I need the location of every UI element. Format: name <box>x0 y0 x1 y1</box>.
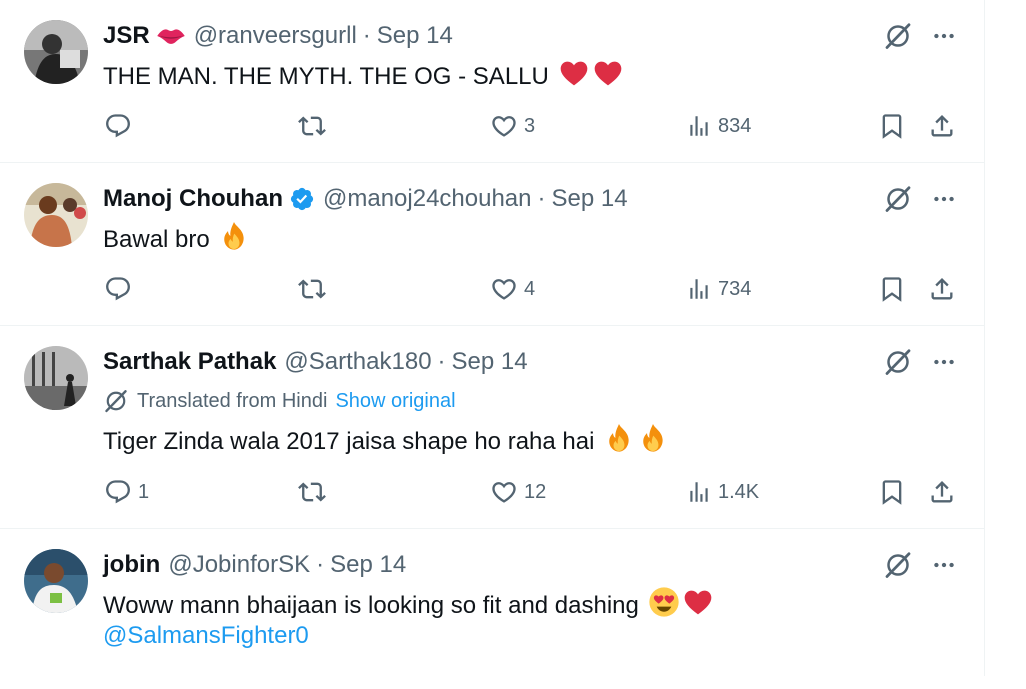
like-button[interactable]: 4 <box>490 273 535 305</box>
avatar[interactable] <box>24 20 88 84</box>
more-options-icon[interactable] <box>928 20 960 52</box>
red-heart-emoji <box>592 57 624 98</box>
views-button[interactable]: 1.4K <box>686 476 759 508</box>
tweet-sarthak-pathak[interactable]: Sarthak Pathak @Sarthak180 · Sep 14 Tran… <box>0 326 984 529</box>
timestamp[interactable]: Sep 14 <box>377 22 453 50</box>
more-options-icon[interactable] <box>928 183 960 215</box>
timestamp[interactable]: Sep 14 <box>452 348 528 376</box>
share-button[interactable] <box>928 110 956 142</box>
translation-notice: Translated from Hindi Show original <box>103 388 456 414</box>
timestamp[interactable]: Sep 14 <box>552 185 628 213</box>
user-handle[interactable]: @ranveersgurll <box>194 22 357 50</box>
translated-label: Translated from Hindi <box>137 389 328 412</box>
bookmark-button[interactable] <box>878 476 906 508</box>
fire-emoji <box>218 220 250 261</box>
bookmark-button[interactable] <box>878 110 906 142</box>
separator-dot: · <box>362 22 371 49</box>
reply-button[interactable] <box>104 273 138 305</box>
grok-icon <box>103 388 129 414</box>
reply-button[interactable]: 1 <box>104 476 149 508</box>
like-button[interactable]: 12 <box>490 476 546 508</box>
tweet-jobin[interactable]: jobin @JobinforSK · Sep 14 Woww mann bha… <box>0 529 984 689</box>
reply-button[interactable] <box>104 110 138 142</box>
view-count: 734 <box>718 277 752 300</box>
grok-icon[interactable] <box>882 183 914 215</box>
user-handle[interactable]: @JobinforSK <box>168 551 310 579</box>
grok-icon[interactable] <box>882 549 914 581</box>
tweet-text-line: Bawal bro <box>103 220 250 261</box>
like-count: 4 <box>524 277 536 300</box>
show-original-link[interactable]: Show original <box>335 390 455 413</box>
red-heart-emoji <box>558 57 590 98</box>
fire-emoji <box>637 422 669 463</box>
tweet-text: Bawal bro <box>103 226 210 253</box>
share-button[interactable] <box>928 273 956 305</box>
bookmark-button[interactable] <box>878 273 906 305</box>
tweet-manoj-chouhan[interactable]: Manoj Chouhan @manoj24chouhan · Sep 14 B… <box>0 163 984 326</box>
like-count: 3 <box>524 114 536 137</box>
tweet-text: Woww mann bhaijaan is looking so fit and… <box>103 592 639 619</box>
kiss-mark-icon <box>156 21 186 51</box>
view-count: 834 <box>718 114 752 137</box>
tweet-jsr[interactable]: JSR @ranveersgurll · Sep 14 THE MAN. THE… <box>0 0 984 163</box>
display-name[interactable]: Sarthak Pathak <box>103 348 276 376</box>
like-count: 12 <box>524 480 547 503</box>
display-name[interactable]: jobin <box>103 551 160 579</box>
separator-dot: · <box>537 185 546 212</box>
views-button[interactable]: 834 <box>686 110 751 142</box>
grok-icon[interactable] <box>882 20 914 52</box>
reply-feed: JSR @ranveersgurll · Sep 14 THE MAN. THE… <box>0 0 985 676</box>
user-handle[interactable]: @Sarthak180 <box>284 348 431 376</box>
user-handle[interactable]: @manoj24chouhan <box>323 185 532 213</box>
repost-button[interactable] <box>298 273 332 305</box>
more-options-icon[interactable] <box>928 346 960 378</box>
heart-eyes-emoji <box>648 586 680 627</box>
separator-dot: · <box>437 348 446 375</box>
grok-icon[interactable] <box>882 346 914 378</box>
repost-button[interactable] <box>298 110 332 142</box>
timestamp[interactable]: Sep 14 <box>330 551 406 579</box>
tweet-text-line: Tiger Zinda wala 2017 jaisa shape ho rah… <box>103 422 669 463</box>
views-button[interactable]: 734 <box>686 273 751 305</box>
avatar[interactable] <box>24 346 88 410</box>
tweet-text-line: THE MAN. THE MYTH. THE OG - SALLU <box>103 57 624 98</box>
avatar[interactable] <box>24 549 88 613</box>
mention-link[interactable]: @SalmansFighter0 <box>103 622 309 649</box>
verified-badge-icon <box>289 186 315 212</box>
reply-count: 1 <box>138 480 150 503</box>
separator-dot: · <box>316 551 325 578</box>
repost-button[interactable] <box>298 476 332 508</box>
more-options-icon[interactable] <box>928 549 960 581</box>
avatar[interactable] <box>24 183 88 247</box>
display-name[interactable]: JSR <box>103 22 150 50</box>
view-count: 1.4K <box>718 480 760 503</box>
display-name[interactable]: Manoj Chouhan <box>103 185 283 213</box>
share-button[interactable] <box>928 476 956 508</box>
like-button[interactable]: 3 <box>490 110 535 142</box>
red-heart-emoji <box>682 586 714 627</box>
fire-emoji <box>603 422 635 463</box>
tweet-text: THE MAN. THE MYTH. THE OG - SALLU <box>103 63 549 90</box>
tweet-text: Tiger Zinda wala 2017 jaisa shape ho rah… <box>103 428 595 455</box>
